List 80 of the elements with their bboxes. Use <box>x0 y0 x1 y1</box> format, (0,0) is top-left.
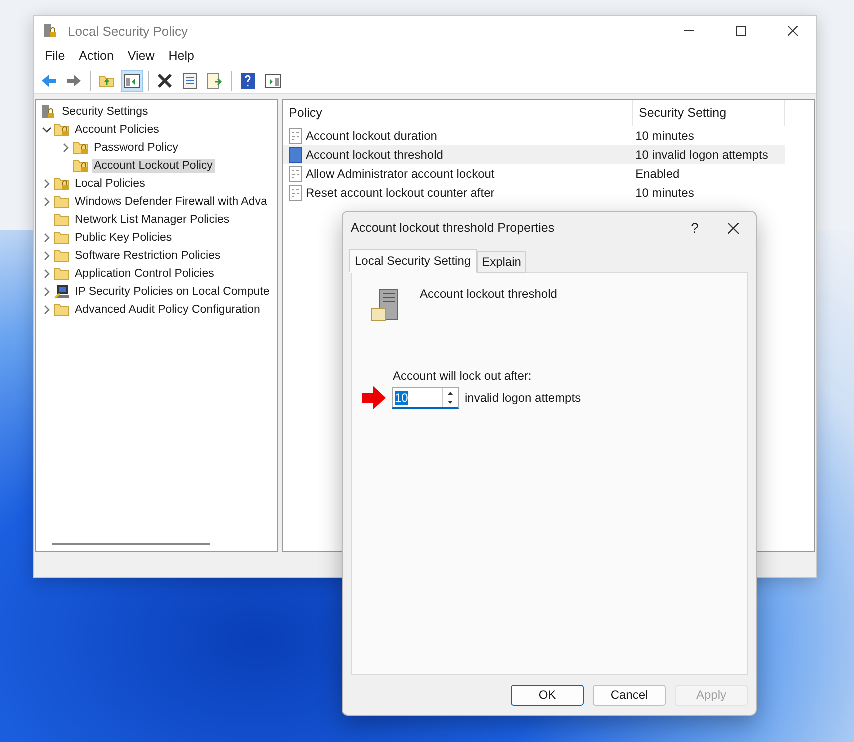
expand-chevron-icon[interactable] <box>42 305 52 315</box>
policy-setting: 10 invalid logon attempts <box>636 148 770 162</box>
folder-lock-icon <box>73 158 89 174</box>
tree-item[interactable]: Network List Manager Policies <box>73 213 232 227</box>
computer-key-icon <box>54 284 70 300</box>
expand-chevron-icon[interactable] <box>42 269 52 279</box>
field-label: Account will lock out after: <box>393 369 533 383</box>
policy-name: Account lockout duration <box>306 128 438 142</box>
close-icon[interactable] <box>788 26 798 36</box>
list-row[interactable]: Account lockout duration 10 minutes <box>283 126 785 145</box>
tree-item[interactable]: Public Key Policies <box>73 231 174 245</box>
policy-name: Allow Administrator account lockout <box>306 166 496 180</box>
tree-item[interactable]: Security Settings <box>60 105 150 119</box>
server-lock-icon <box>40 104 56 120</box>
folder-icon <box>54 248 70 264</box>
folder-icon <box>54 212 70 228</box>
scrollbar-thumb[interactable] <box>52 543 210 545</box>
help-button[interactable]: ? <box>680 220 710 236</box>
window-title: Local Security Policy <box>68 24 189 38</box>
policy-icon <box>289 166 303 182</box>
dialog-button[interactable]: OK <box>511 684 584 706</box>
policy-name: Account lockout threshold <box>306 148 444 162</box>
help-book-icon[interactable] <box>241 72 255 88</box>
folder-icon <box>54 230 70 246</box>
tree-item[interactable]: Account Policies <box>73 123 162 137</box>
expand-chevron-icon[interactable] <box>42 197 52 207</box>
folder-lock-icon <box>73 140 89 156</box>
pointer-arrow-icon <box>362 386 386 410</box>
field-suffix: invalid logon attempts <box>465 391 582 405</box>
tree-pane-icon[interactable] <box>124 74 140 88</box>
folder-icon <box>54 302 70 318</box>
policy-setting: Enabled <box>636 166 681 180</box>
number-spinner[interactable]: 10 <box>392 387 459 409</box>
list-row[interactable]: Account lockout threshold 10 invalid logon attempts <box>283 145 785 164</box>
folder-icon <box>54 266 70 282</box>
expand-chevron-icon[interactable] <box>61 143 71 153</box>
expand-chevron-icon[interactable] <box>42 179 52 189</box>
menu-item[interactable]: Action <box>72 46 121 68</box>
collapse-chevron-icon[interactable] <box>42 125 52 135</box>
server-lock-icon <box>42 23 58 39</box>
properties-icon[interactable] <box>183 72 197 88</box>
menu-item[interactable]: File <box>38 46 72 68</box>
maximize-icon[interactable] <box>736 26 746 36</box>
tree-item[interactable]: Password Policy <box>92 141 180 155</box>
back-arrow-icon[interactable] <box>41 74 57 88</box>
folder-lock-icon <box>54 122 70 138</box>
expand-chevron-icon[interactable] <box>42 287 52 297</box>
tab[interactable]: Explain <box>477 251 526 273</box>
policy-name: Reset account lockout counter after <box>306 186 496 200</box>
view-pane-icon[interactable] <box>265 74 281 88</box>
tree-item[interactable]: Account Lockout Policy <box>92 159 215 173</box>
tree-item[interactable]: IP Security Policies on Local Compute <box>73 285 272 299</box>
policy-icon <box>289 184 303 200</box>
tree-item[interactable]: Application Control Policies <box>73 267 216 281</box>
list-row[interactable]: Reset account lockout counter after 10 minutes <box>283 183 785 202</box>
policy-title: Account lockout threshold <box>420 287 558 301</box>
tree-item[interactable]: Local Policies <box>73 177 148 191</box>
tree-item[interactable]: Windows Defender Firewall with Adva <box>73 195 270 209</box>
export-list-icon[interactable] <box>207 72 223 88</box>
folder-icon <box>54 194 70 210</box>
forward-arrow-icon[interactable] <box>66 74 82 88</box>
column-header[interactable]: Security Setting <box>633 100 785 126</box>
expand-chevron-icon[interactable] <box>42 251 52 261</box>
delete-icon[interactable] <box>157 72 173 88</box>
tab[interactable]: Local Security Setting <box>349 249 478 273</box>
expand-chevron-icon[interactable] <box>42 233 52 243</box>
policy-setting: 10 minutes <box>636 186 696 200</box>
list-row[interactable]: Allow Administrator account lockout Enabled <box>283 164 785 183</box>
tree-item[interactable]: Advanced Audit Policy Configuration <box>73 303 262 317</box>
tree-item[interactable]: Software Restriction Policies <box>73 249 223 263</box>
folder-lock-icon <box>54 176 70 192</box>
dialog-button[interactable]: Cancel <box>593 684 666 706</box>
menu-item[interactable]: View <box>120 46 162 68</box>
policy-icon <box>289 128 303 144</box>
dialog-title: Account lockout threshold Properties <box>351 221 556 235</box>
menu-item[interactable]: Help <box>162 46 202 68</box>
column-header[interactable]: Policy <box>283 100 633 126</box>
policy-icon <box>289 146 303 162</box>
policy-setting: 10 minutes <box>636 128 696 142</box>
close-icon[interactable] <box>728 222 738 234</box>
